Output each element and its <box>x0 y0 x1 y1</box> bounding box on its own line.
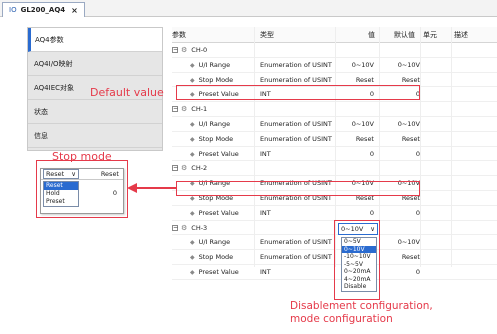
param-default: Reset <box>401 134 420 143</box>
param-name-cell: ◆ U/I Range <box>172 117 230 131</box>
channel-cell: − ⚙ CH-2 <box>172 161 207 175</box>
param-name: U/I Range <box>198 238 231 247</box>
param-type: Enumeration of USINT <box>260 253 332 262</box>
disable-annotation-line2: mode configuration <box>290 313 393 325</box>
param-value[interactable]: 0 <box>324 147 374 161</box>
param-gear-icon: ◆ <box>190 209 195 217</box>
column-divider <box>451 27 452 267</box>
param-name: U/I Range <box>198 60 231 69</box>
default-value-annotation: Default value <box>90 86 164 99</box>
sidebar-item-status[interactable]: 状态 <box>28 100 162 124</box>
tab-prefix: IO <box>9 6 17 14</box>
channel-name: CH-2 <box>191 164 208 173</box>
header-type[interactable]: 类型 <box>260 30 274 40</box>
sidebar-item-label: AQ4参数 <box>35 35 64 44</box>
param-gear-icon: ◆ <box>190 61 195 69</box>
sidebar-item-label: 状态 <box>34 107 48 116</box>
collapse-toggle-icon[interactable]: − <box>172 106 178 113</box>
disable-annotation-line1: Disablement configuration, <box>290 300 433 312</box>
param-name-cell: ◆ Preset Value <box>172 147 239 161</box>
param-default: 0~10V <box>397 60 420 69</box>
param-name: U/I Range <box>198 119 231 128</box>
param-gear-icon: ◆ <box>190 120 195 128</box>
param-type: INT <box>260 149 271 158</box>
close-icon[interactable]: × <box>71 6 78 15</box>
header-default[interactable]: 默认值 <box>394 30 415 40</box>
param-name-cell: ◆ U/I Range <box>172 235 230 249</box>
param-name: Preset Value <box>198 267 239 276</box>
default-value-highlight <box>176 85 420 100</box>
param-default: 0~10V <box>397 238 420 247</box>
param-value[interactable]: 0~10V <box>324 117 374 131</box>
param-name: Preset Value <box>198 208 239 217</box>
collapse-toggle-icon[interactable]: − <box>172 165 178 172</box>
sidebar-item-info[interactable]: 信息 <box>28 124 162 148</box>
param-value[interactable]: 0 <box>324 206 374 220</box>
sidebar-item-label: 信息 <box>34 131 48 140</box>
param-name-cell: ◆ U/I Range <box>172 58 230 72</box>
channel-cell: − ⚙ CH-1 <box>172 102 207 116</box>
param-gear-icon: ◆ <box>190 268 195 276</box>
param-name-cell: ◆ Stop Mode <box>172 132 233 146</box>
range-dropdown-highlight <box>334 220 380 300</box>
param-type: Enumeration of USINT <box>260 134 332 143</box>
disable-annotation: Disablement configuration, mode configur… <box>290 300 433 326</box>
param-name: Stop Mode <box>198 253 234 262</box>
param-type: INT <box>260 267 271 276</box>
channel-name: CH-3 <box>191 223 208 232</box>
sidebar-item-label: AQ4I/O映射 <box>34 59 73 68</box>
gear-icon: ⚙ <box>181 223 188 232</box>
param-type: INT <box>260 208 271 217</box>
param-gear-icon: ◆ <box>190 254 195 262</box>
collapse-toggle-icon[interactable]: − <box>172 47 178 53</box>
tab-gl200-aq4[interactable]: IO GL200_AQ4 × <box>2 2 85 17</box>
param-name-cell: ◆ Stop Mode <box>172 250 233 264</box>
sidebar-item-aq4-params[interactable]: AQ4参数 <box>28 28 162 52</box>
column-divider <box>420 27 421 267</box>
stop-popup-highlight <box>36 160 128 218</box>
tab-title: GL200_AQ4 <box>20 6 66 14</box>
arrow-left-icon <box>127 183 137 193</box>
header-value[interactable]: 值 <box>368 30 375 40</box>
param-gear-icon: ◆ <box>190 150 195 158</box>
channel-name: CH-0 <box>191 46 208 54</box>
param-type: Enumeration of USINT <box>260 238 332 247</box>
header-param[interactable]: 参数 <box>172 30 186 40</box>
param-default: 0~10V <box>397 119 420 128</box>
param-name: Stop Mode <box>198 134 234 143</box>
param-default: 0 <box>415 267 420 276</box>
param-type: Enumeration of USINT <box>260 60 332 69</box>
param-gear-icon: ◆ <box>190 194 195 202</box>
sidebar-item-io-mapping[interactable]: AQ4I/O映射 <box>28 52 162 76</box>
param-name: Stop Mode <box>198 75 234 84</box>
stop-mode-annotation: Stop mode <box>52 150 112 163</box>
param-name-cell: ◆ Preset Value <box>172 206 239 220</box>
column-divider <box>254 27 255 267</box>
sidebar-item-label: AQ4IEC对象 <box>34 83 75 92</box>
channel-cell: − ⚙ CH-0 <box>172 43 207 57</box>
arrow-line <box>134 187 176 189</box>
param-default: Reset <box>401 253 420 262</box>
param-gear-icon: ◆ <box>190 76 195 84</box>
param-name-cell: ◆ Preset Value <box>172 265 239 279</box>
param-default: 0 <box>415 149 420 158</box>
param-gear-icon: ◆ <box>190 135 195 143</box>
gear-icon: ⚙ <box>181 46 188 54</box>
gear-icon: ⚙ <box>181 105 188 114</box>
header-desc[interactable]: 描述 <box>454 30 468 40</box>
param-value[interactable]: Reset <box>324 132 374 146</box>
param-type: Enumeration of USINT <box>260 119 332 128</box>
stop-mode-highlight <box>176 181 420 196</box>
param-value[interactable]: 0~10V <box>324 58 374 72</box>
param-name: Preset Value <box>198 149 239 158</box>
gear-icon: ⚙ <box>181 164 188 173</box>
header-unit[interactable]: 单元 <box>423 30 437 40</box>
channel-name: CH-1 <box>191 105 208 114</box>
collapse-toggle-icon[interactable]: − <box>172 224 178 231</box>
editor-tab-bar: IO GL200_AQ4 × <box>0 0 497 17</box>
param-default: 0 <box>415 208 420 217</box>
channel-cell: − ⚙ CH-3 <box>172 221 207 235</box>
param-gear-icon: ◆ <box>190 239 195 247</box>
